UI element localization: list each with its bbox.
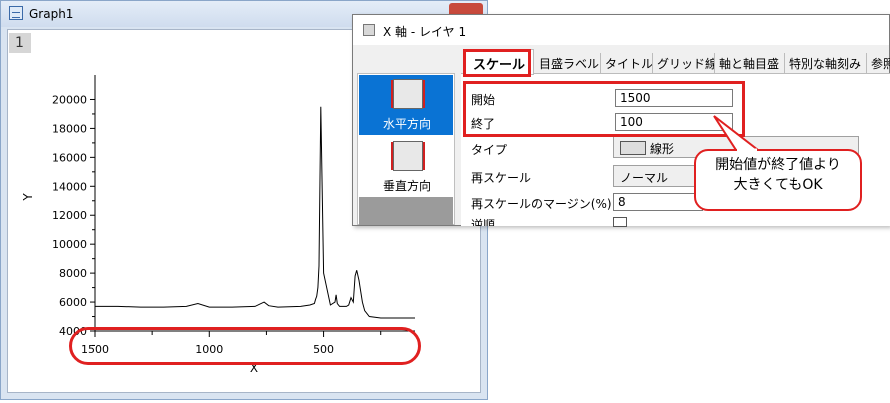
callout-line-2: 大きくてもOK	[733, 177, 823, 193]
callout-text: 開始値が終了値より 大きくてもOK	[694, 155, 862, 195]
callout-line-1: 開始値が終了値より	[715, 157, 841, 173]
